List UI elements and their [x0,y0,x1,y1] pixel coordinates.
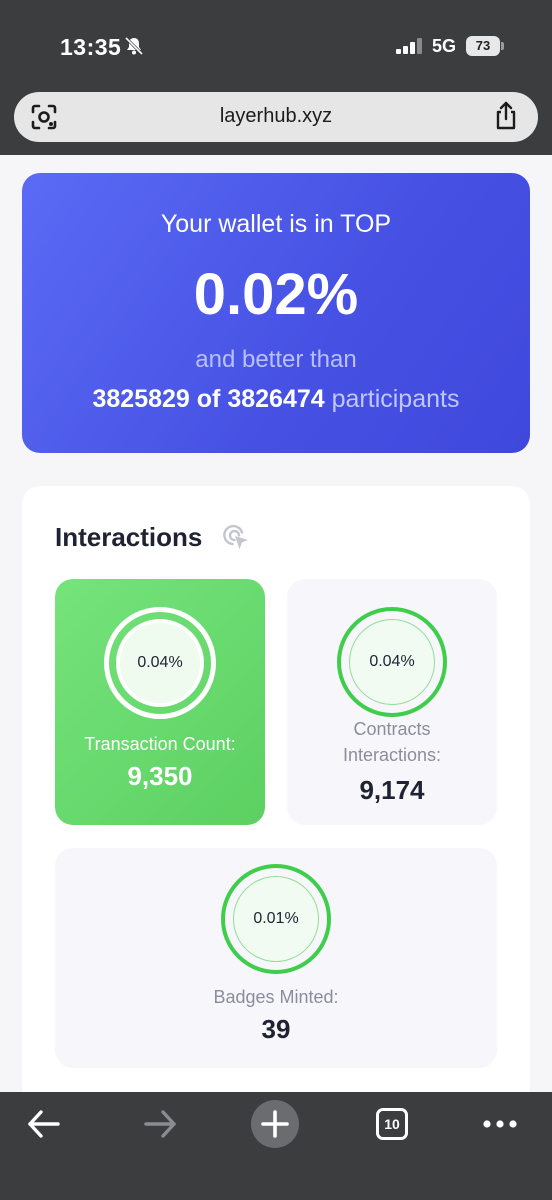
rank-percent: 0.02% [193,262,359,327]
tile-value: 9,174 [359,775,425,805]
badges-minted-tile[interactable]: 0.01% Badges Minted: 39 [55,848,497,1068]
status-bar: 13:35 5G 73 [0,0,552,80]
battery-level: 73 [466,36,500,56]
url-text: layerhub.xyz [219,105,333,127]
signal-icon [396,38,422,54]
forward-arrow-icon[interactable] [142,1106,178,1142]
battery-icon: 73 [466,36,506,56]
tile-value: 9,350 [127,761,193,791]
rank-participants: 3825829 of 3826474 participants [22,385,530,414]
percent-ring: 0.04% [337,607,447,717]
plus-icon [261,1110,289,1138]
tile-label: Badges Minted: [213,987,339,1007]
participants-word: participants [331,385,460,413]
contracts-interactions-tile[interactable]: 0.04% Contracts Interactions: 9,174 [287,579,497,825]
rank-banner: Your wallet is in TOP 0.02% and better t… [22,173,530,453]
back-arrow-icon[interactable] [26,1106,62,1142]
more-icon[interactable] [482,1118,518,1130]
rank-heading: Your wallet is in TOP [160,210,392,238]
cursor-click-icon[interactable] [222,523,250,551]
share-icon[interactable] [492,101,520,131]
percent-ring-label: 0.01% [233,876,319,962]
browser-top-bar: layerhub.xyz [0,80,552,155]
percent-ring-label: 0.04% [116,619,204,707]
rank-of-word: of [196,385,221,413]
page-content: Your wallet is in TOP 0.02% and better t… [0,155,552,1092]
address-bar[interactable]: layerhub.xyz [14,92,538,142]
interactions-card: Interactions 0.04% Transaction Count: 9,… [22,486,530,1092]
percent-ring: 0.04% [104,607,216,719]
rank-total: 3826474 [227,385,325,413]
tabs-icon[interactable]: 10 [376,1108,408,1140]
tile-label: Transaction Count: [84,734,236,754]
interactions-title: Interactions [55,522,203,552]
percent-ring-label: 0.04% [349,619,435,705]
tile-label-line: Interactions: [342,745,442,765]
tile-label: Contracts Interactions: [287,716,497,768]
new-tab-button[interactable] [251,1100,299,1148]
status-time: 13:35 [60,34,122,60]
rank-position: 3825829 [92,385,190,413]
rank-subheading: and better than [195,346,357,373]
tile-value: 39 [261,1014,291,1044]
browser-toolbar: 10 [0,1092,552,1200]
tile-label-line: Contracts [353,719,431,739]
bell-slash-icon [124,36,144,56]
network-type: 5G [432,36,457,56]
percent-ring: 0.01% [221,864,331,974]
transaction-count-tile[interactable]: 0.04% Transaction Count: 9,350 [55,579,265,825]
